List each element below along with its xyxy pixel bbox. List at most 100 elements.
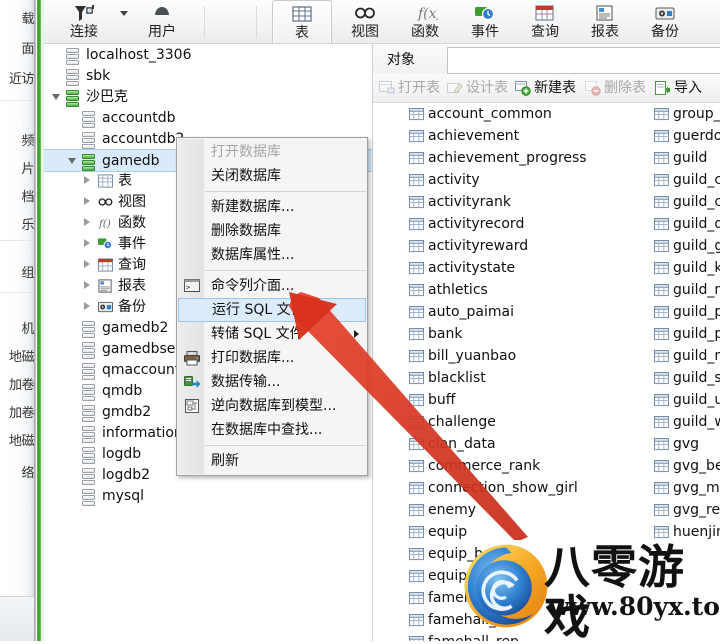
table-list-item[interactable]: athletics xyxy=(409,279,639,301)
menu-item-11[interactable]: 数据传输... xyxy=(177,370,367,394)
menu-item-10[interactable]: 打印数据库... xyxy=(177,346,367,370)
chevron-right-icon[interactable] xyxy=(84,302,90,310)
toolbar-button-event[interactable]: 事件 xyxy=(456,0,514,44)
chevron-right-icon[interactable] xyxy=(84,218,90,226)
tree-node[interactable]: sbk xyxy=(44,65,372,86)
explorer-nav-item[interactable]: 载 xyxy=(21,8,34,27)
table-list-item[interactable]: activitystate xyxy=(409,257,639,279)
table-list-item[interactable]: guild_comm xyxy=(654,191,720,213)
table-list-item[interactable]: achievement_progress xyxy=(409,147,639,169)
tree-node-label: 沙巴克 xyxy=(86,89,128,105)
tree-node[interactable]: localhost_3306 xyxy=(44,44,372,65)
menu-item-13[interactable]: 在数据库中查找... xyxy=(177,418,367,442)
toolbar-button-backup[interactable]: 备份 xyxy=(636,0,694,44)
explorer-nav-item[interactable]: 组 xyxy=(21,262,34,281)
tree-node[interactable]: 沙巴克 xyxy=(44,86,372,107)
table-list-item[interactable]: guild_skill xyxy=(654,367,720,389)
chevron-right-icon[interactable] xyxy=(84,197,90,205)
explorer-nav-item[interactable]: 片 xyxy=(21,158,34,177)
table-list-item[interactable]: guild_call_b xyxy=(654,169,720,191)
table-list-item[interactable]: group_purc xyxy=(654,103,720,125)
explorer-nav-item[interactable]: 加卷 xyxy=(9,402,35,421)
explorer-nav-item[interactable]: 地磁 xyxy=(9,430,35,449)
table-list-item[interactable]: commerce_rank xyxy=(409,455,639,477)
chevron-down-icon[interactable] xyxy=(68,158,76,164)
chevron-right-icon[interactable] xyxy=(84,176,90,184)
table-icon xyxy=(409,147,426,169)
menu-item-5[interactable]: 数据库属性... xyxy=(177,243,367,267)
table-list-item[interactable]: auto_paimai xyxy=(409,301,639,323)
table-list-item[interactable]: gvg_reques xyxy=(654,499,720,521)
table-list-item[interactable]: gvg xyxy=(654,433,720,455)
table-list-item[interactable]: achievement xyxy=(409,125,639,147)
table-list-item[interactable]: guild_upgra xyxy=(654,389,720,411)
table-list-item[interactable]: clan_data xyxy=(409,433,639,455)
chevron-down-icon[interactable] xyxy=(52,94,60,100)
table-list-item[interactable]: guild_pvp xyxy=(654,323,720,345)
chevron-right-icon[interactable] xyxy=(84,239,90,247)
explorer-nav-item[interactable]: 频 xyxy=(21,130,34,149)
explorer-nav-item[interactable]: 档 xyxy=(21,186,34,205)
table-list-item[interactable]: guild_meml xyxy=(654,279,720,301)
object-search-input[interactable] xyxy=(447,47,720,74)
table-list-item[interactable]: connection_show_girl xyxy=(409,477,639,499)
table-list-item[interactable]: buff xyxy=(409,389,639,411)
table-list-item[interactable]: account_common xyxy=(409,103,639,125)
object-toolbar-new-table[interactable]: 新建表 xyxy=(515,78,576,98)
chevron-right-icon[interactable] xyxy=(84,260,90,268)
table-list-item[interactable]: bill_yuanbao xyxy=(409,345,639,367)
explorer-nav-item[interactable]: 机 xyxy=(21,318,34,337)
table-list-item[interactable]: guerdon_qu xyxy=(654,125,720,147)
table-list-item[interactable]: blacklist xyxy=(409,367,639,389)
explorer-nav-item[interactable]: 乐 xyxy=(21,214,34,233)
toolbar-button-user[interactable]: 用户 xyxy=(132,0,192,44)
menu-item-3[interactable]: 新建数据库... xyxy=(177,195,367,219)
object-toolbar-open-table[interactable]: 打开表 xyxy=(379,78,440,98)
toolbar-button-connection[interactable]: 连接 xyxy=(52,0,116,44)
explorer-nav-item[interactable]: 加卷 xyxy=(9,374,35,393)
toolbar-button-table[interactable]: 表 xyxy=(272,0,332,46)
toolbar-button-view[interactable]: 视图 xyxy=(336,0,394,44)
table-list-item[interactable]: guild_war_h xyxy=(654,411,720,433)
object-toolbar-import-wizard[interactable]: 导入 xyxy=(655,78,702,98)
menu-item-8[interactable]: 运行 SQL 文件... xyxy=(178,298,366,322)
object-toolbar-design-table[interactable]: 设计表 xyxy=(447,78,508,98)
menu-item-9[interactable]: 转储 SQL 文件 xyxy=(177,322,367,346)
explorer-nav-item[interactable]: 地磁 xyxy=(9,346,35,365)
chevron-right-icon[interactable] xyxy=(84,281,90,289)
table-list-item[interactable]: bank xyxy=(409,323,639,345)
table-list-item[interactable]: activityreward xyxy=(409,235,639,257)
table-list-item[interactable]: guild_recru xyxy=(654,345,720,367)
menu-item-4[interactable]: 删除数据库 xyxy=(177,219,367,243)
table-list-item[interactable]: gvg_memb xyxy=(654,477,720,499)
menu-item-1[interactable]: 关闭数据库 xyxy=(177,164,367,188)
tree-node[interactable]: mysql xyxy=(44,485,372,506)
table-list-item[interactable]: guild xyxy=(654,147,720,169)
menu-item-label: 打印数据库... xyxy=(211,350,295,366)
menu-item-15[interactable]: 刷新 xyxy=(177,449,367,473)
explorer-nav-item[interactable]: 络 xyxy=(21,462,34,481)
toolbar-button-report[interactable]: 报表 xyxy=(576,0,634,44)
table-list-item[interactable]: gvg_bet xyxy=(654,455,720,477)
explorer-nav-item[interactable]: 近访 xyxy=(9,68,35,87)
table-list-item[interactable]: guild_kill_b xyxy=(654,257,720,279)
tree-node[interactable]: accountdb xyxy=(44,107,372,128)
table-list-item[interactable]: guild_plant xyxy=(654,301,720,323)
explorer-nav-item[interactable]: 面 xyxy=(21,38,34,57)
menu-item-7[interactable]: >_ 命令列介面... xyxy=(177,274,367,298)
menu-item-12[interactable]: 逆向数据库到模型... xyxy=(177,394,367,418)
chevron-down-icon[interactable] xyxy=(120,11,128,16)
database-context-menu[interactable]: 打开数据库 关闭数据库 新建数据库... 删除数据库 数据库属性... >_ 命令列介面..… xyxy=(176,137,368,476)
object-toolbar-delete-table[interactable]: 删除表 xyxy=(585,78,646,98)
table-list-item[interactable]: guild_gift xyxy=(654,235,720,257)
table-list-item[interactable]: challenge xyxy=(409,411,639,433)
table-list-item[interactable]: activity xyxy=(409,169,639,191)
table-list-item[interactable]: activityrank xyxy=(409,191,639,213)
tab-objects[interactable]: 对象 xyxy=(375,47,427,73)
table-list-item[interactable]: activityrecord xyxy=(409,213,639,235)
table-list-item[interactable]: enemy xyxy=(409,499,639,521)
table-list-item[interactable]: guild_delat xyxy=(654,213,720,235)
table-name: guild_recru xyxy=(673,348,720,364)
toolbar-button-function[interactable]: f(x) 函数 xyxy=(396,0,454,44)
toolbar-button-query[interactable]: 查询 xyxy=(516,0,574,44)
